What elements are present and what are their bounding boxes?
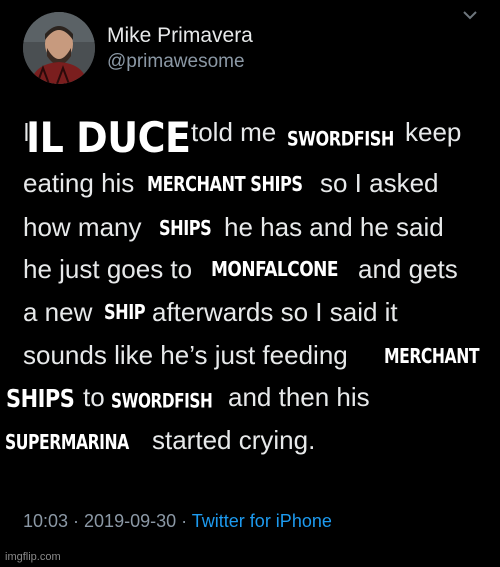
- meme-caption-il-duce: IL DUCE: [26, 114, 191, 163]
- meme-caption-supermarina: SUPERMARINA: [5, 431, 129, 455]
- timestamp[interactable]: 10:03 · 2019-09-30 ·: [23, 511, 187, 531]
- avatar[interactable]: [23, 12, 95, 84]
- watermark: imgflip.com: [5, 551, 61, 563]
- meme-caption-monfalcone: MONFALCONE: [211, 258, 339, 282]
- meme-caption-ship: SHIP: [104, 301, 146, 325]
- avatar-photo: [23, 12, 95, 84]
- meme-caption-swordfish-2: SWORDFISH: [111, 390, 213, 413]
- tweet-meta: 10:03 · 2019-09-30 · Twitter for iPhone: [23, 511, 332, 532]
- tweet-text-fragment: keep: [405, 117, 462, 147]
- tweet-text-fragment: so I asked: [320, 168, 439, 198]
- tweet-text-fragment: and gets: [358, 254, 458, 284]
- meme-caption-merchant: MERCHANT: [384, 345, 480, 369]
- tweet-text-fragment: he just goes to: [23, 254, 193, 284]
- tweet-text-fragment: told me: [191, 117, 277, 147]
- tweet-text-fragment: he has and he said: [224, 212, 444, 242]
- display-name[interactable]: Mike Primavera: [107, 24, 253, 48]
- meme-caption-merchant-ships: MERCHANT SHIPS: [147, 173, 303, 197]
- tweet-text-fragment: and then his: [228, 382, 370, 412]
- meme-caption-swordfish: SWORDFISH: [287, 128, 394, 151]
- handle[interactable]: @primawesome: [107, 51, 245, 73]
- source-app-link[interactable]: Twitter for iPhone: [192, 511, 332, 531]
- tweet-text-fragment: afterwards so I said it: [152, 297, 398, 327]
- tweet-text-fragment: started crying.: [152, 425, 316, 455]
- tweet-text-fragment: a new: [23, 297, 93, 327]
- meme-caption-ships: SHIPS: [159, 217, 212, 241]
- tweet-text-fragment: sounds like he’s just feeding: [23, 340, 348, 370]
- meme-caption-ships-2: SHIPS: [6, 385, 75, 414]
- tweet-text-fragment: to: [83, 382, 105, 412]
- tweet-text-fragment: how many: [23, 212, 142, 242]
- tweet-text-fragment: eating his: [23, 168, 135, 198]
- chevron-down-icon[interactable]: [461, 8, 479, 22]
